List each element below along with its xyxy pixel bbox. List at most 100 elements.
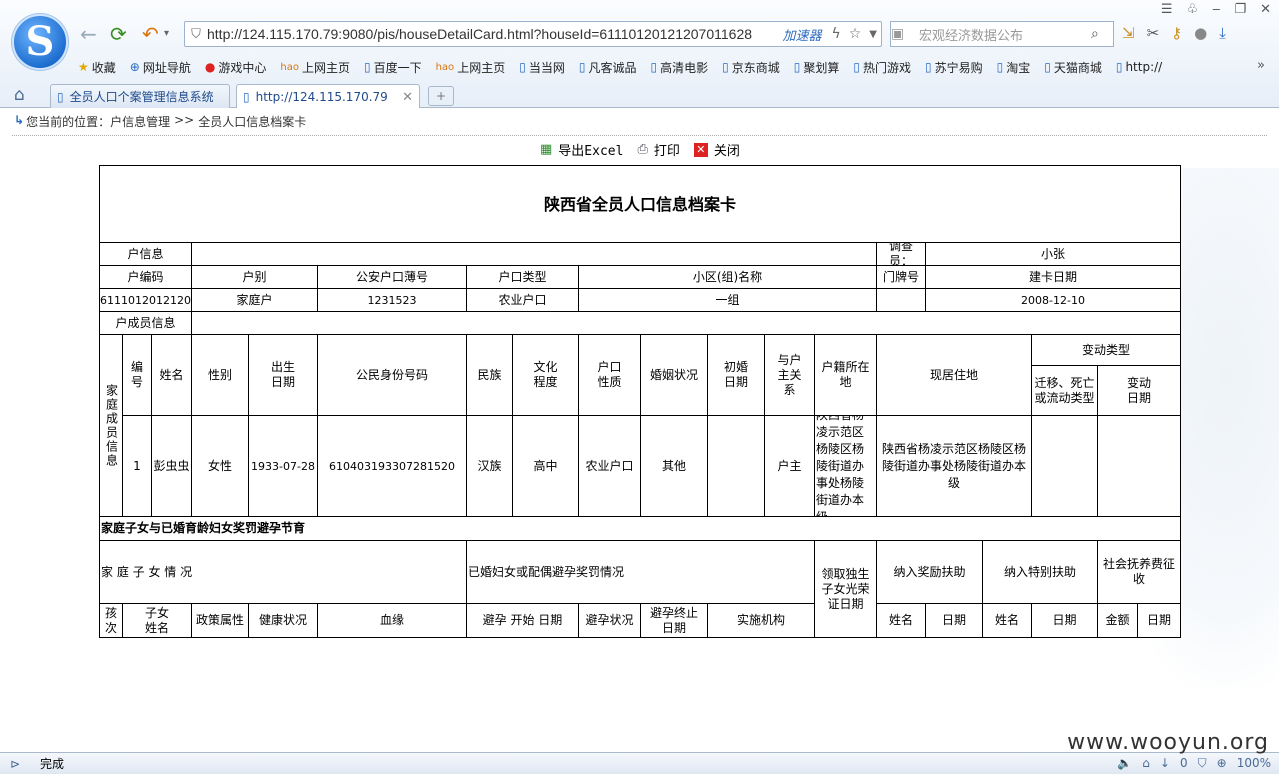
search-icon[interactable]: ⌕ [1091, 26, 1113, 42]
close-button[interactable]: ✕ 关闭 [693, 140, 740, 159]
breadcrumb-level2: 全员人口信息档案卡 [198, 115, 307, 129]
restore-icon[interactable]: ❐ [1234, 2, 1246, 17]
export-excel-button[interactable]: ▦ 导出Excel [540, 140, 623, 159]
tab-title: http://124.115.170.79 [255, 90, 388, 104]
close-window-icon[interactable]: ✕ [1260, 2, 1271, 17]
skin-icon[interactable]: ♧ [1187, 2, 1199, 17]
status-icons: 🔈 ⌂ ↓ 0 ⛉ ⊕ 100% [1117, 756, 1271, 771]
divider [12, 135, 1267, 136]
member-hukou-location: 陕西省杨凌示范区杨陵区杨陵街道办事处杨陵街道办本级 [814, 415, 877, 517]
menu-icon[interactable]: ☰ [1161, 2, 1173, 17]
header-first-marriage: 初婚日期 [707, 334, 765, 416]
breadcrumb-arrow-icon: ↳ [14, 113, 25, 127]
lightning-icon[interactable]: ϟ [827, 26, 844, 42]
header-special-name: 姓名 [982, 603, 1032, 638]
bookmark-item[interactable]: ▯ 凡客诚品 [579, 59, 637, 76]
header-health: 健康状况 [248, 603, 318, 638]
breadcrumb-level1[interactable]: 户信息管理 [110, 113, 170, 130]
shield-status-icon[interactable]: ⛉ [1198, 756, 1207, 771]
header-family-children: 家 庭 子 女 情 况 [99, 540, 467, 604]
minimize-icon[interactable]: ‒ [1212, 2, 1220, 17]
scissors-icon[interactable]: ✂ [1147, 24, 1160, 42]
header-status: 避孕状况 [578, 603, 641, 638]
home-icon[interactable]: ⌂ [14, 85, 25, 105]
tab-bar: ⌂ ▯ 全员人口个案管理信息系统 ▯ http://124.115.170.79… [0, 82, 1279, 109]
tab-card[interactable]: ▯ http://124.115.170.79 ✕ [236, 84, 420, 109]
more-icon[interactable]: ● [1194, 24, 1207, 42]
header-policy: 政策属性 [191, 603, 249, 638]
bookmark-item[interactable]: ▯ 当当网 [519, 59, 565, 76]
close-tab-icon[interactable]: ✕ [402, 90, 413, 105]
search-engine-icon[interactable]: ▣ [891, 26, 913, 42]
header-change-kind: 迁移、死亡或流动类型 [1031, 365, 1098, 416]
member-gender: 女性 [191, 415, 249, 517]
print-button[interactable]: ⎙ 打印 [637, 140, 679, 159]
bookmark-item[interactable]: ▯ 百度一下 [364, 59, 422, 76]
header-birth: 出生日期 [248, 334, 318, 416]
key-icon[interactable]: ⚷ [1171, 24, 1182, 42]
undo-icon[interactable]: ↶ [142, 22, 159, 46]
excel-icon: ▦ [540, 142, 553, 157]
extension-icons: ⇲ ✂ ⚷ ● ⤓ [1122, 24, 1226, 42]
bookmark-item[interactable]: ▯ http:// [1116, 60, 1162, 74]
header-door-no: 门牌号 [876, 265, 926, 289]
bookmark-item[interactable]: hao 上网主页 [280, 59, 350, 76]
header-hukou-location: 户籍所在地 [814, 334, 877, 416]
new-tab-button[interactable]: + [428, 86, 454, 106]
exit-icon[interactable]: ⇲ [1122, 24, 1135, 42]
bookmark-item[interactable]: ⊕ 网址导航 [130, 59, 191, 76]
header-fee-amount: 金额 [1097, 603, 1138, 638]
bookmark-item[interactable]: ▯ 苏宁易购 [925, 59, 983, 76]
card-title: 陕西省全员人口信息档案卡 [99, 165, 1181, 243]
bookmark-item[interactable]: ▯ 热门游戏 [853, 59, 911, 76]
bookmarks-bar: ★ 收藏 ⊕ 网址导航 ● 游戏中心 hao 上网主页 ▯ 百度一下 hao 上网主页 ▯ 当… [78, 56, 1176, 78]
download-icon[interactable]: ⤓ [1219, 24, 1226, 42]
bookmark-item[interactable]: ▯ 天猫商城 [1044, 59, 1102, 76]
search-input[interactable]: 宏观经济数据公布 [913, 25, 1091, 44]
header-end-date: 避孕终止日期 [640, 603, 708, 638]
page-icon: ▯ [243, 90, 250, 104]
header-police-book: 公安户口薄号 [317, 265, 467, 289]
watermark: www.wooyun.org [1067, 730, 1269, 755]
bookmark-item[interactable]: ▯ 聚划算 [794, 59, 840, 76]
zoom-icon[interactable]: ⊕ [1217, 756, 1227, 771]
header-no: 编号 [122, 334, 152, 416]
header-gender: 性别 [191, 334, 249, 416]
accelerator-button[interactable]: 加速器 [776, 25, 827, 44]
header-fee-date: 日期 [1137, 603, 1181, 638]
search-box[interactable]: ▣ 宏观经济数据公布 ⌕ [890, 21, 1114, 47]
bookmark-item[interactable]: ▯ 京东商城 [722, 59, 780, 76]
bookmark-item[interactable]: ★ 收藏 [78, 59, 116, 76]
refresh-icon[interactable]: ⟳ [110, 22, 127, 46]
favorite-star-icon[interactable]: ☆ [845, 26, 866, 42]
bookmark-item[interactable]: ● 游戏中心 [205, 59, 267, 76]
counter-icon[interactable]: ↓ [1160, 756, 1170, 771]
header-change-date: 变动日期 [1097, 365, 1181, 416]
address-bar[interactable]: ⛉ http://124.115.170.79:9080/pis/houseDe… [184, 21, 882, 47]
zoom-level[interactable]: 100% [1237, 756, 1271, 771]
household-type: 家庭户 [191, 288, 318, 312]
back-icon[interactable]: ← [80, 22, 97, 46]
bookmarks-overflow-icon[interactable]: » [1257, 58, 1265, 73]
bookmark-item[interactable]: ▯ 高清电影 [650, 59, 708, 76]
header-group-name: 小区(组)名称 [578, 265, 877, 289]
address-input[interactable]: http://124.115.170.79:9080/pis/houseDeta… [207, 26, 776, 42]
member-education: 高中 [512, 415, 579, 517]
children-section-title: 家庭子女与已婚育龄妇女奖罚避孕节育 [99, 516, 1181, 541]
bookmark-item[interactable]: hao 上网主页 [436, 59, 506, 76]
member-id-no: 610403193307281520 [317, 415, 467, 517]
sidebar-toggle-icon[interactable]: ⊳ [10, 757, 20, 771]
tab-system[interactable]: ▯ 全员人口个案管理信息系统 [50, 84, 230, 108]
member-relation: 户主 [764, 415, 815, 517]
page-icon: ▯ [57, 89, 64, 104]
undo-dropdown-icon[interactable]: ▾ [164, 22, 169, 46]
bookmark-item[interactable]: ▯ 淘宝 [997, 59, 1031, 76]
group-name: 一组 [578, 288, 877, 312]
member-change-kind [1031, 415, 1098, 517]
header-child-name: 子女姓名 [122, 603, 192, 638]
network-icon[interactable]: ⌂ [1142, 756, 1150, 771]
browser-logo-icon[interactable]: S [12, 14, 68, 70]
address-dropdown-icon[interactable]: ▼ [865, 29, 881, 40]
header-child-order: 孩次 [99, 603, 123, 638]
volume-icon[interactable]: 🔈 [1117, 756, 1132, 771]
